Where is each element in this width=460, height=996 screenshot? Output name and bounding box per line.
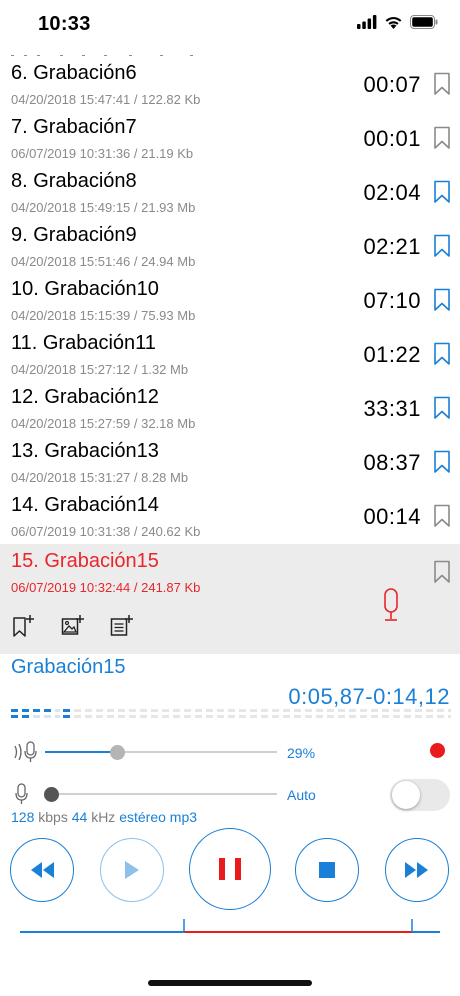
status-time: 10:33 xyxy=(38,13,91,35)
bitrate-unit: kbps xyxy=(38,809,68,825)
selected-recording-title: 15. Grabación15 xyxy=(11,550,159,572)
add-note-icon[interactable] xyxy=(110,614,134,638)
recording-meta: 04/20/2018 15:51:46 / 24.94 Mb xyxy=(11,254,196,269)
recording-title: 8. Grabación8 xyxy=(11,170,137,192)
toggle-knob xyxy=(392,781,420,809)
format-value: mp3 xyxy=(169,809,198,825)
playback-progress-bar[interactable] xyxy=(20,917,440,937)
recording-duration: 02:21 xyxy=(363,234,421,259)
recording-duration: 33:31 xyxy=(363,396,421,421)
stop-button[interactable] xyxy=(295,838,359,902)
rewind-button[interactable] xyxy=(10,838,74,902)
recording-title: 14. Grabación14 xyxy=(11,494,159,516)
recording-title: 6. Grabación6 xyxy=(11,62,137,84)
list-item[interactable]: 14. Grabación14 06/07/2019 10:31:38 / 24… xyxy=(0,484,460,539)
list-item[interactable]: 12. Grabación12 04/20/2018 15:27:59 / 32… xyxy=(0,376,460,431)
rewind-icon xyxy=(31,862,54,878)
mic-gain-value: Auto xyxy=(287,787,316,803)
bookmark-icon[interactable] xyxy=(433,180,451,204)
recording-meta: 04/20/2018 15:31:27 / 8.28 Mb xyxy=(11,470,189,485)
microphone-icon xyxy=(384,588,398,621)
list-item[interactable]: 6. Grabación6 04/20/2018 15:47:41 / 122.… xyxy=(0,52,460,107)
mic-gain-track[interactable] xyxy=(45,793,277,795)
recording-title: 9. Grabación9 xyxy=(11,224,137,246)
recording-title: 10. Grabación10 xyxy=(11,278,159,300)
wifi-icon xyxy=(385,17,402,29)
volume-fill xyxy=(45,751,118,753)
stop-icon xyxy=(319,862,335,878)
recording-duration: 02:04 xyxy=(363,180,421,205)
recording-meta: 04/20/2018 15:15:39 / 75.93 Mb xyxy=(11,308,196,323)
list-item[interactable]: 9. Grabación9 04/20/2018 15:51:46 / 24.9… xyxy=(0,214,460,269)
format-info: 128 kbps 44 kHz estéreo mp3 xyxy=(11,809,197,825)
fast-forward-icon xyxy=(405,862,428,878)
status-bar: 10:33 xyxy=(0,0,460,50)
play-button[interactable] xyxy=(100,838,164,902)
recording-duration: 08:37 xyxy=(363,450,421,475)
microphone-icon xyxy=(15,783,28,804)
samplerate-unit: kHz xyxy=(91,809,116,825)
mic-gain-thumb[interactable] xyxy=(44,787,59,802)
bookmark-icon[interactable] xyxy=(433,72,451,96)
transport-controls xyxy=(0,828,460,916)
player-time-readout: 0:05,87-0:14,12 xyxy=(288,684,450,709)
pause-icon xyxy=(219,858,241,880)
recording-title: 7. Grabación7 xyxy=(11,116,137,138)
audio-level-meter xyxy=(11,709,451,718)
recording-meta: 04/20/2018 15:27:59 / 32.18 Mb xyxy=(11,416,196,431)
bookmark-icon[interactable] xyxy=(433,126,451,150)
channels-value: estéreo xyxy=(119,809,166,825)
signal-icon xyxy=(357,15,377,29)
recording-meta: 04/20/2018 15:49:15 / 21.93 Mb xyxy=(11,200,196,215)
recording-meta: 04/20/2018 15:47:41 / 122.82 Kb xyxy=(11,92,201,107)
player-recording-name: Grabación15 xyxy=(11,656,126,678)
selected-actions xyxy=(12,614,134,638)
battery-icon xyxy=(410,15,438,29)
home-indicator xyxy=(148,980,312,986)
list-item[interactable]: 8. Grabación8 04/20/2018 15:49:15 / 21.9… xyxy=(0,160,460,215)
play-icon xyxy=(125,861,139,879)
list-item[interactable]: 13. Grabación13 04/20/2018 15:31:27 / 8.… xyxy=(0,430,460,485)
volume-thumb[interactable] xyxy=(110,745,125,760)
bookmark-icon[interactable] xyxy=(433,234,451,258)
bookmark-icon[interactable] xyxy=(433,288,451,312)
pause-button[interactable] xyxy=(189,828,271,910)
volume-slider-row: 29% xyxy=(0,737,460,767)
recording-title: 13. Grabación13 xyxy=(11,440,159,462)
bookmark-icon[interactable] xyxy=(433,396,451,420)
samplerate-value: 44 xyxy=(71,809,88,825)
selected-recording-meta: 06/07/2019 10:32:44 / 241.87 Kb xyxy=(11,580,201,595)
add-image-icon[interactable] xyxy=(61,614,85,638)
bookmark-icon[interactable] xyxy=(433,560,451,584)
list-item[interactable]: 7. Grabación7 06/07/2019 10:31:36 / 21.1… xyxy=(0,106,460,161)
recording-title: 12. Grabación12 xyxy=(11,386,159,408)
fast-forward-button[interactable] xyxy=(385,838,449,902)
recording-title: 11. Grabación11 xyxy=(11,332,156,354)
list-item[interactable]: 10. Grabación10 04/20/2018 15:15:39 / 75… xyxy=(0,268,460,323)
recording-duration: 00:01 xyxy=(363,126,421,151)
recording-meta: 04/20/2018 15:27:12 / 1.32 Mb xyxy=(11,362,189,377)
status-icons xyxy=(357,15,438,29)
volume-value: 29% xyxy=(287,745,316,761)
selected-recording[interactable]: 15. Grabación15 06/07/2019 10:32:44 / 24… xyxy=(0,544,460,654)
bookmark-icon[interactable] xyxy=(433,504,451,528)
bitrate-value: 128 xyxy=(11,809,35,825)
speaker-mic-icon xyxy=(14,741,37,762)
recording-indicator-dot xyxy=(430,743,445,758)
recording-meta: 06/07/2019 10:31:36 / 21.19 Kb xyxy=(11,146,194,161)
auto-gain-toggle[interactable] xyxy=(390,779,450,811)
bookmark-icon[interactable] xyxy=(433,342,451,366)
bookmark-icon[interactable] xyxy=(433,450,451,474)
recording-duration: 01:22 xyxy=(363,342,421,367)
recording-duration: 00:07 xyxy=(363,72,421,97)
recording-duration: 07:10 xyxy=(363,288,421,313)
add-bookmark-icon[interactable] xyxy=(12,614,36,638)
recording-duration: 00:14 xyxy=(363,504,421,529)
recordings-list[interactable]: 6. Grabación6 04/20/2018 15:47:41 / 122.… xyxy=(0,52,460,539)
recording-meta: 06/07/2019 10:31:38 / 240.62 Kb xyxy=(11,524,201,539)
list-item[interactable]: 11. Grabación11 04/20/2018 15:27:12 / 1.… xyxy=(0,322,460,377)
